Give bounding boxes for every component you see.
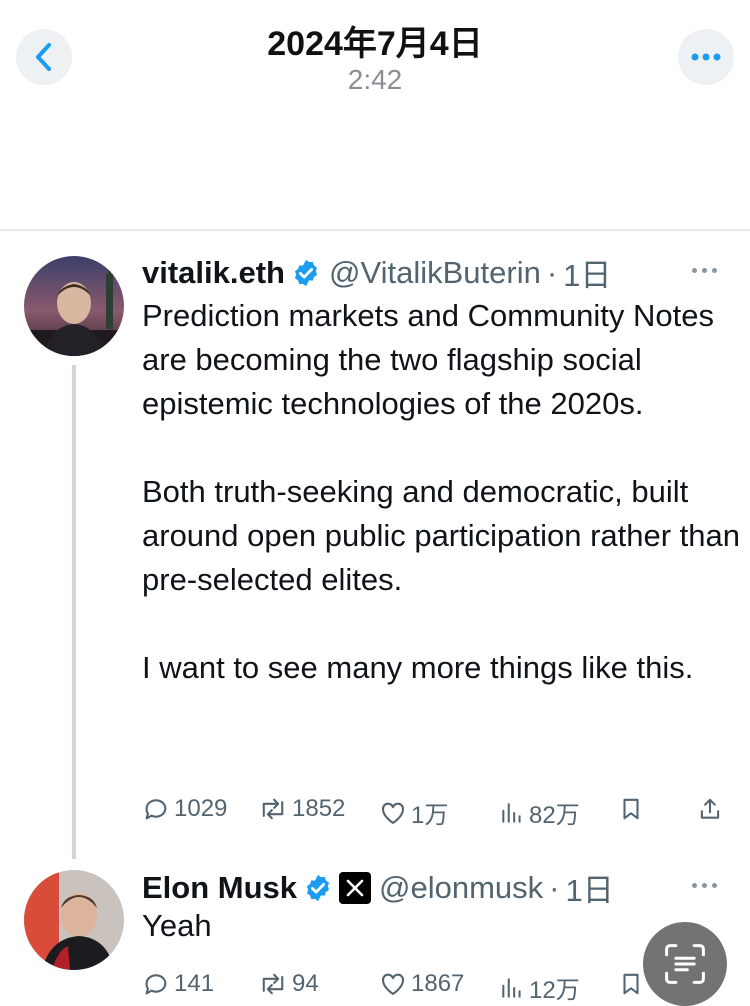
tweet-more-button[interactable] [692,883,717,888]
more-dot [692,268,697,273]
reply-count: 1029 [174,795,228,822]
bookmark-button[interactable] [618,970,644,998]
repost-button[interactable]: 1852 [258,795,345,823]
more-dot [702,268,707,273]
repost-icon [262,798,284,820]
author-handle[interactable]: @VitalikButerin [329,255,541,291]
separator-dot: · [549,869,560,905]
repost-button[interactable]: 94 [258,970,319,998]
repost-icon [262,973,284,995]
header-divider [0,229,750,231]
more-dot [692,883,697,888]
reply-button[interactable]: 1029 [142,795,227,823]
separator-dot: · [546,254,558,290]
more-options-button[interactable] [678,29,734,85]
views-count: 82万 [529,802,580,829]
reply-icon [145,974,167,995]
repost-count: 1852 [292,795,346,822]
more-horizontal-icon [691,53,721,61]
reply-button[interactable]: 141 [142,970,214,998]
bookmark-icon [623,973,639,995]
author-name[interactable]: vitalik.eth [142,255,285,291]
verified-badge-icon [303,873,333,903]
author-handle[interactable]: @elonmusk [379,870,543,906]
views-button[interactable]: 82万 [499,795,580,830]
tweet-text: Prediction markets and Community Notes a… [142,298,741,685]
tweet-time[interactable]: 1日 [566,865,614,910]
like-count: 1万 [411,802,449,829]
heart-icon [382,973,404,995]
reply-text: Yeah [142,908,212,943]
bookmark-icon [623,798,639,820]
share-button[interactable] [697,795,723,823]
avatar-elon[interactable] [24,870,124,970]
tweet-header: vitalik.eth @VitalikButerin · 1日 [142,250,611,295]
heart-icon [382,802,404,824]
more-dot [712,883,717,888]
like-count: 1867 [411,970,465,997]
like-button[interactable]: 1万 [379,795,448,830]
verified-badge-icon [291,258,321,288]
scan-text-icon [665,944,705,984]
author-name[interactable]: Elon Musk [142,870,297,906]
repost-count: 94 [292,970,319,997]
thread-connector-line [72,365,76,859]
like-button[interactable]: 1867 [379,970,464,998]
share-icon [700,798,720,819]
tweet-more-button[interactable] [692,268,717,273]
scan-text-button[interactable] [643,922,727,1006]
reply-icon [145,799,167,820]
more-dot [712,268,717,273]
views-icon [502,977,521,998]
tweet-time[interactable]: 1日 [563,250,611,295]
header-date: 2024年7月4日 [267,25,483,63]
bookmark-button[interactable] [618,795,644,823]
reply-count: 141 [174,970,215,997]
header-time: 2:42 [347,64,403,95]
avatar-vitalik[interactable] [24,256,124,356]
x-logo-badge-icon [339,871,372,904]
tweet-header: Elon Musk @elonmusk · 1日 [142,865,614,910]
views-icon [502,802,521,823]
more-dot [702,883,707,888]
